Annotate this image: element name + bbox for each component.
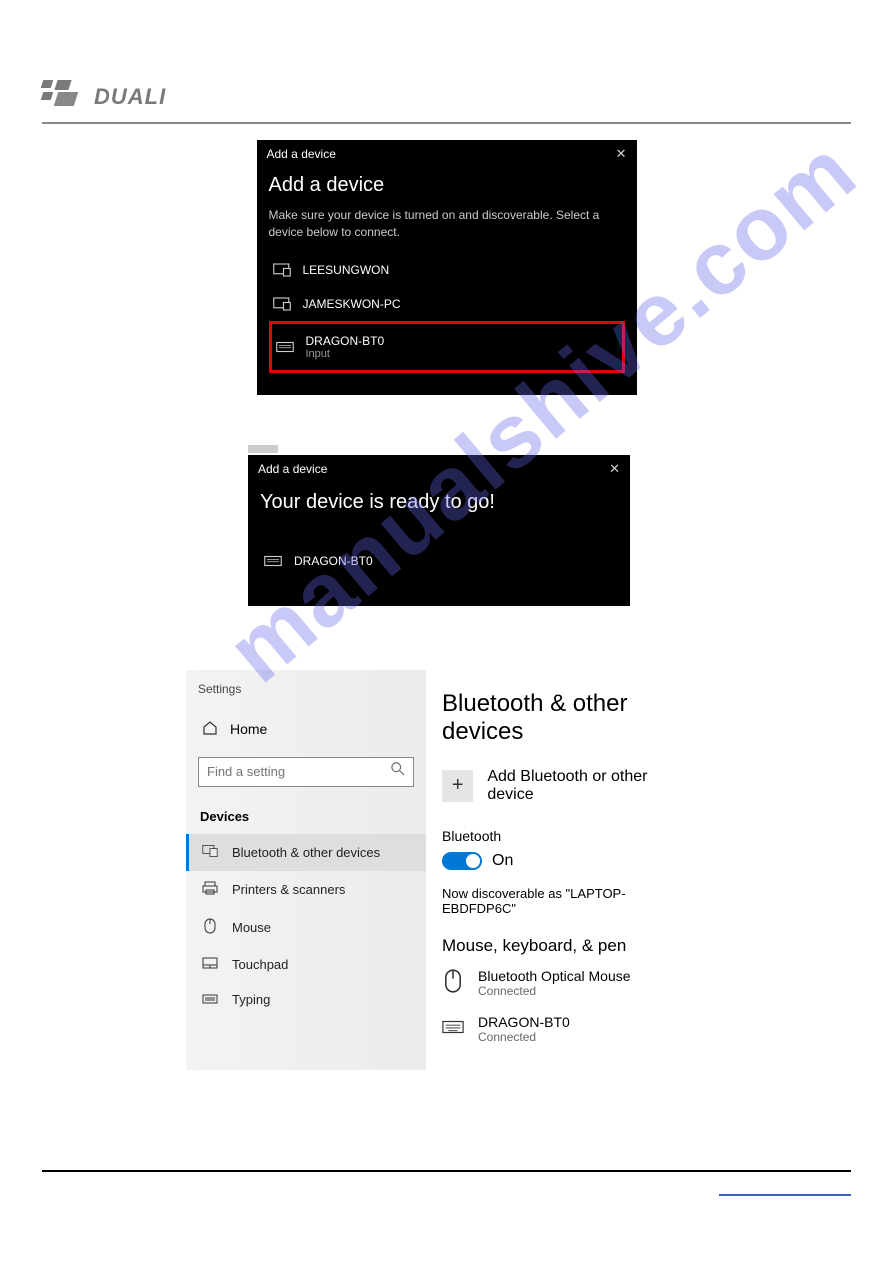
nav-label: Mouse (232, 920, 271, 935)
dialog-subtitle: Make sure your device is turned on and d… (269, 207, 625, 241)
device-item: DRAGON-BT0 (260, 544, 618, 578)
nav-home-label: Home (230, 721, 267, 737)
keyboard-icon (276, 340, 294, 354)
nav-group-label: Devices (186, 799, 426, 834)
nav-label: Typing (232, 992, 270, 1007)
page-footer (42, 1170, 851, 1196)
brand-logo: DUALI (42, 80, 851, 114)
nav-mouse[interactable]: Mouse (186, 908, 426, 947)
mouse-icon (202, 918, 218, 937)
settings-main: Bluetooth & other devices + Add Bluetoot… (426, 670, 710, 1070)
dialog-title: Add a device (258, 462, 327, 476)
mouse-icon (442, 968, 464, 994)
add-device-button[interactable]: + Add Bluetooth or other device (442, 768, 694, 804)
main-heading: Bluetooth & other devices (442, 690, 694, 746)
add-device-label: Add Bluetooth or other device (487, 768, 694, 804)
keyboard-icon (202, 992, 218, 1007)
dialog-title: Add a device (267, 147, 336, 161)
logo-mark (42, 80, 88, 114)
nav-printers[interactable]: Printers & scanners (186, 871, 426, 908)
nav-typing[interactable]: Typing (186, 982, 426, 1017)
bluetooth-toggle[interactable] (442, 852, 482, 870)
search-input[interactable] (207, 764, 391, 779)
dialog-heading: Add a device (269, 174, 625, 197)
section-heading: Mouse, keyboard, & pen (442, 936, 694, 956)
device-status: Connected (478, 1030, 570, 1044)
nav-bluetooth[interactable]: Bluetooth & other devices (186, 834, 426, 871)
close-icon[interactable]: ✕ (616, 146, 627, 162)
device-name: LEESUNGWON (303, 263, 390, 277)
nav-label: Bluetooth & other devices (232, 845, 380, 860)
settings-sidebar: Settings Home Devices (186, 670, 426, 1070)
display-icon (273, 263, 291, 277)
device-item-highlighted[interactable]: DRAGON-BT0 Input (269, 321, 625, 373)
footer-link[interactable] (719, 1182, 851, 1196)
device-name: DRAGON-BT0 (294, 554, 373, 568)
keyboard-icon (264, 554, 282, 568)
nav-label: Touchpad (232, 957, 288, 972)
touchpad-icon (202, 957, 218, 972)
toggle-state: On (492, 852, 513, 870)
settings-label: Settings (186, 678, 426, 710)
paired-device[interactable]: Bluetooth Optical Mouse Connected (442, 968, 694, 998)
device-name: JAMESKWON-PC (303, 297, 401, 311)
device-status: Connected (478, 984, 631, 998)
device-item[interactable]: JAMESKWON-PC (269, 287, 625, 321)
plus-icon: + (442, 770, 473, 802)
paired-device[interactable]: DRAGON-BT0 Connected (442, 1014, 694, 1044)
device-name: Bluetooth Optical Mouse (478, 968, 631, 984)
keyboard-icon (442, 1014, 464, 1040)
nav-label: Printers & scanners (232, 882, 345, 897)
close-icon[interactable]: ✕ (609, 461, 620, 477)
printer-icon (202, 881, 218, 898)
add-device-dialog: Add a device ✕ Add a device Make sure yo… (257, 140, 637, 395)
bluetooth-label: Bluetooth (442, 828, 694, 844)
nav-touchpad[interactable]: Touchpad (186, 947, 426, 982)
brand-name: DUALI (94, 84, 166, 110)
device-item[interactable]: LEESUNGWON (269, 253, 625, 287)
devices-icon (202, 844, 218, 861)
page-header: DUALI (42, 80, 851, 124)
tab-stub (248, 445, 278, 453)
home-icon (202, 720, 218, 739)
display-icon (273, 297, 291, 311)
device-name: DRAGON-BT0 (478, 1014, 570, 1030)
device-subtype: Input (306, 348, 385, 360)
dialog-heading: Your device is ready to go! (260, 491, 618, 514)
nav-home[interactable]: Home (186, 710, 426, 749)
settings-window: Settings Home Devices (186, 670, 710, 1070)
device-ready-dialog: Add a device ✕ Your device is ready to g… (248, 455, 630, 606)
discoverable-text: Now discoverable as "LAPTOP-EBDFDP6C" (442, 886, 694, 916)
device-name: DRAGON-BT0 (306, 334, 385, 348)
search-icon (391, 762, 405, 781)
search-box[interactable] (198, 757, 414, 787)
